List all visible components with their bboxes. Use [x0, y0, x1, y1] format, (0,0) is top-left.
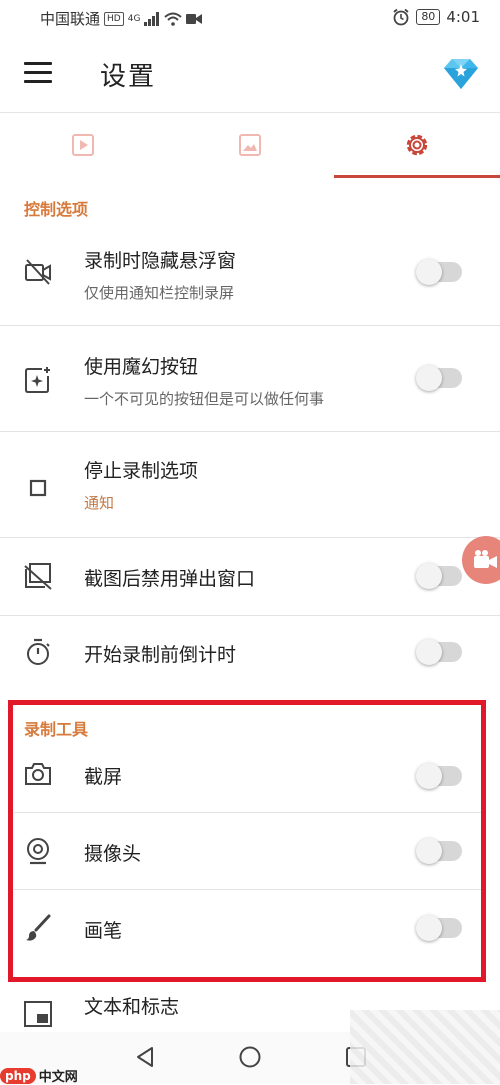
alarm-icon: [393, 8, 409, 26]
carrier-label: 中国联通: [40, 10, 101, 28]
status-bar: 中国联通 HD 4G 80 4:01: [0, 0, 500, 34]
status-left: 中国联通 HD 4G: [40, 8, 203, 29]
video-off-icon: [25, 259, 51, 285]
picture-in-picture-icon: [24, 1001, 52, 1027]
row-title: 停止录制选项: [84, 460, 199, 482]
screenshot-toggle[interactable]: [416, 763, 462, 789]
row-title: 摄像头: [84, 843, 142, 865]
home-icon[interactable]: [238, 1045, 262, 1069]
row-title: 开始录制前倒计时: [84, 644, 237, 666]
countdown-toggle[interactable]: [416, 639, 462, 665]
hide-overlay-toggle[interactable]: [416, 259, 462, 285]
mosaic-overlay: [350, 1010, 500, 1084]
disable-popup-toggle[interactable]: [416, 563, 462, 589]
section-header-control: 控制选项: [24, 200, 89, 219]
tab-settings[interactable]: [334, 113, 500, 177]
clock: 4:01: [446, 8, 480, 26]
setting-row-brush[interactable]: 画笔: [0, 890, 500, 966]
row-title: 使用魔幻按钮: [84, 356, 199, 378]
section-header-tools: 录制工具: [24, 720, 89, 739]
menu-icon[interactable]: [24, 62, 52, 84]
wifi-icon: [164, 12, 183, 26]
magic-sparkle-icon: [25, 367, 50, 393]
row-title: 录制时隐藏悬浮窗: [84, 250, 237, 272]
image-icon: [239, 134, 261, 156]
camera-icon: [25, 763, 51, 785]
signal-icon: [144, 11, 160, 26]
timer-icon: [27, 638, 50, 665]
row-title: 截图后禁用弹出窗口: [84, 568, 256, 590]
video-icon: [72, 134, 94, 156]
setting-row-disable-popup[interactable]: 截图后禁用弹出窗口: [0, 538, 500, 614]
back-icon[interactable]: [134, 1045, 156, 1069]
brush-toggle[interactable]: [416, 915, 462, 941]
row-title: 文本和标志: [84, 996, 180, 1018]
setting-row-countdown[interactable]: 开始录制前倒计时: [0, 616, 500, 692]
hd-badge: HD: [104, 11, 124, 26]
setting-row-camera[interactable]: 摄像头: [0, 813, 500, 889]
webcam-icon: [27, 838, 49, 865]
battery-indicator: 80: [416, 9, 441, 25]
setting-row-screenshot[interactable]: 截屏: [0, 738, 500, 812]
setting-row-magic-button[interactable]: 使用魔幻按钮 一个不可见的按钮但是可以做任何事: [0, 326, 500, 430]
brush-icon: [26, 914, 51, 941]
stop-square-icon: [29, 479, 47, 497]
video-record-status-icon: [186, 13, 203, 24]
row-subtitle: 一个不可见的按钮但是可以做任何事: [84, 390, 325, 408]
magic-button-toggle[interactable]: [416, 365, 462, 391]
app-bar: 设置: [0, 34, 500, 112]
status-right: 80 4:01: [392, 8, 480, 26]
stop-option-value: 通知: [84, 494, 115, 512]
diamond-icon[interactable]: [442, 54, 480, 92]
tab-images[interactable]: [166, 113, 334, 177]
watermark-site: 中文网: [38, 1070, 78, 1085]
setting-row-stop-options[interactable]: 停止录制选项 通知: [0, 432, 500, 536]
tab-indicator: [334, 175, 500, 178]
tab-bar: [0, 113, 500, 177]
camera-toggle[interactable]: [416, 838, 462, 864]
gear-icon: [406, 134, 428, 156]
tab-videos[interactable]: [0, 113, 166, 177]
no-popup-icon: [24, 563, 52, 590]
row-title: 画笔: [84, 920, 123, 942]
video-camera-icon: [474, 550, 497, 568]
setting-row-hide-overlay[interactable]: 录制时隐藏悬浮窗 仅使用通知栏控制录屏: [0, 224, 500, 324]
row-subtitle: 仅使用通知栏控制录屏: [84, 284, 235, 302]
watermark-php: php: [0, 1067, 36, 1084]
row-title: 截屏: [84, 766, 123, 788]
watermark: php 中文网: [0, 1066, 78, 1085]
network-label: 4G: [127, 13, 141, 24]
page-title: 设置: [100, 62, 157, 92]
